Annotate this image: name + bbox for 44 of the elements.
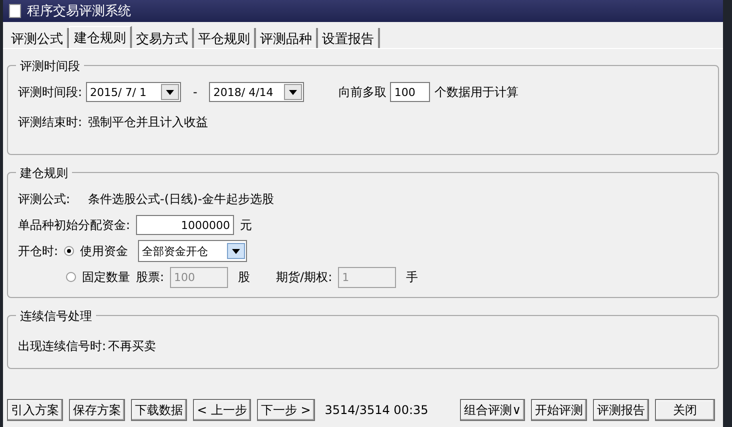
toolbar-button[interactable]: 下载数据 [131,399,187,421]
field-label: 单品种初始分配资金: [18,216,130,234]
field-value: 不再买卖 [108,338,156,354]
field-label: 个数据用于计算 [434,84,518,100]
date-picker[interactable]: 2018/ 4/14 [209,82,304,102]
date-picker[interactable]: 2015/ 7/ 1 [86,82,182,102]
tab[interactable]: 建仓规则 [69,26,132,48]
unit-text: 股 [238,268,250,286]
toolbar-button[interactable]: 引入方案 [7,399,63,421]
field-label: 评测结束时: [18,114,82,130]
tab[interactable]: 平仓规则 [194,28,256,48]
toolbar-button[interactable]: 关闭 [655,399,715,421]
field-value: 强制平仓并且计入收益 [88,114,208,130]
tab[interactable]: 设置报告 [318,28,380,48]
toolbar-button[interactable]: 下一步 > [256,399,315,421]
tab[interactable]: 评测品种 [256,28,318,48]
toolbar-button[interactable]: 保存方案 [69,399,125,421]
unit-text: 元 [240,216,252,234]
tab[interactable]: 交易方式 [132,28,194,48]
field-label: 开仓时: [18,242,58,260]
toolbar-button[interactable]: 评测报告 [593,399,649,421]
field-label: 向前多取 [338,84,386,100]
group-title: 建仓规则 [16,165,72,182]
toolbar-button[interactable]: 开始评测 [531,399,587,421]
input-field[interactable]: 100 [390,82,430,102]
toolbar-button[interactable]: 组合评测∨ [460,399,525,421]
field-label: 评测时间段: [18,84,82,100]
status-text: 3514/3514 00:35 [324,403,428,417]
field-label: 期货/期权: [276,268,332,286]
group-title: 连续信号处理 [16,308,96,325]
window-title: 程序交易评测系统 [27,3,131,20]
dropdown[interactable]: 全部资金开仓 [138,240,248,262]
unit-text: 手 [406,268,418,286]
input-field[interactable]: 1000000 [136,215,234,235]
radio-option[interactable]: 使用资金 [64,242,128,260]
field-label: 股票: [136,268,164,286]
field-label: 评测公式: [18,190,70,208]
separator-text: - [193,85,198,99]
field-label: 出现连续信号时: [18,338,106,354]
toolbar-button[interactable]: < 上一步 [193,399,251,421]
group-title: 评测时间段 [16,58,84,75]
app-icon [9,4,21,18]
radio-option[interactable]: 固定数量 [66,268,130,286]
field-value: 条件选股公式-(日线)-金牛起步选股 [88,190,274,208]
